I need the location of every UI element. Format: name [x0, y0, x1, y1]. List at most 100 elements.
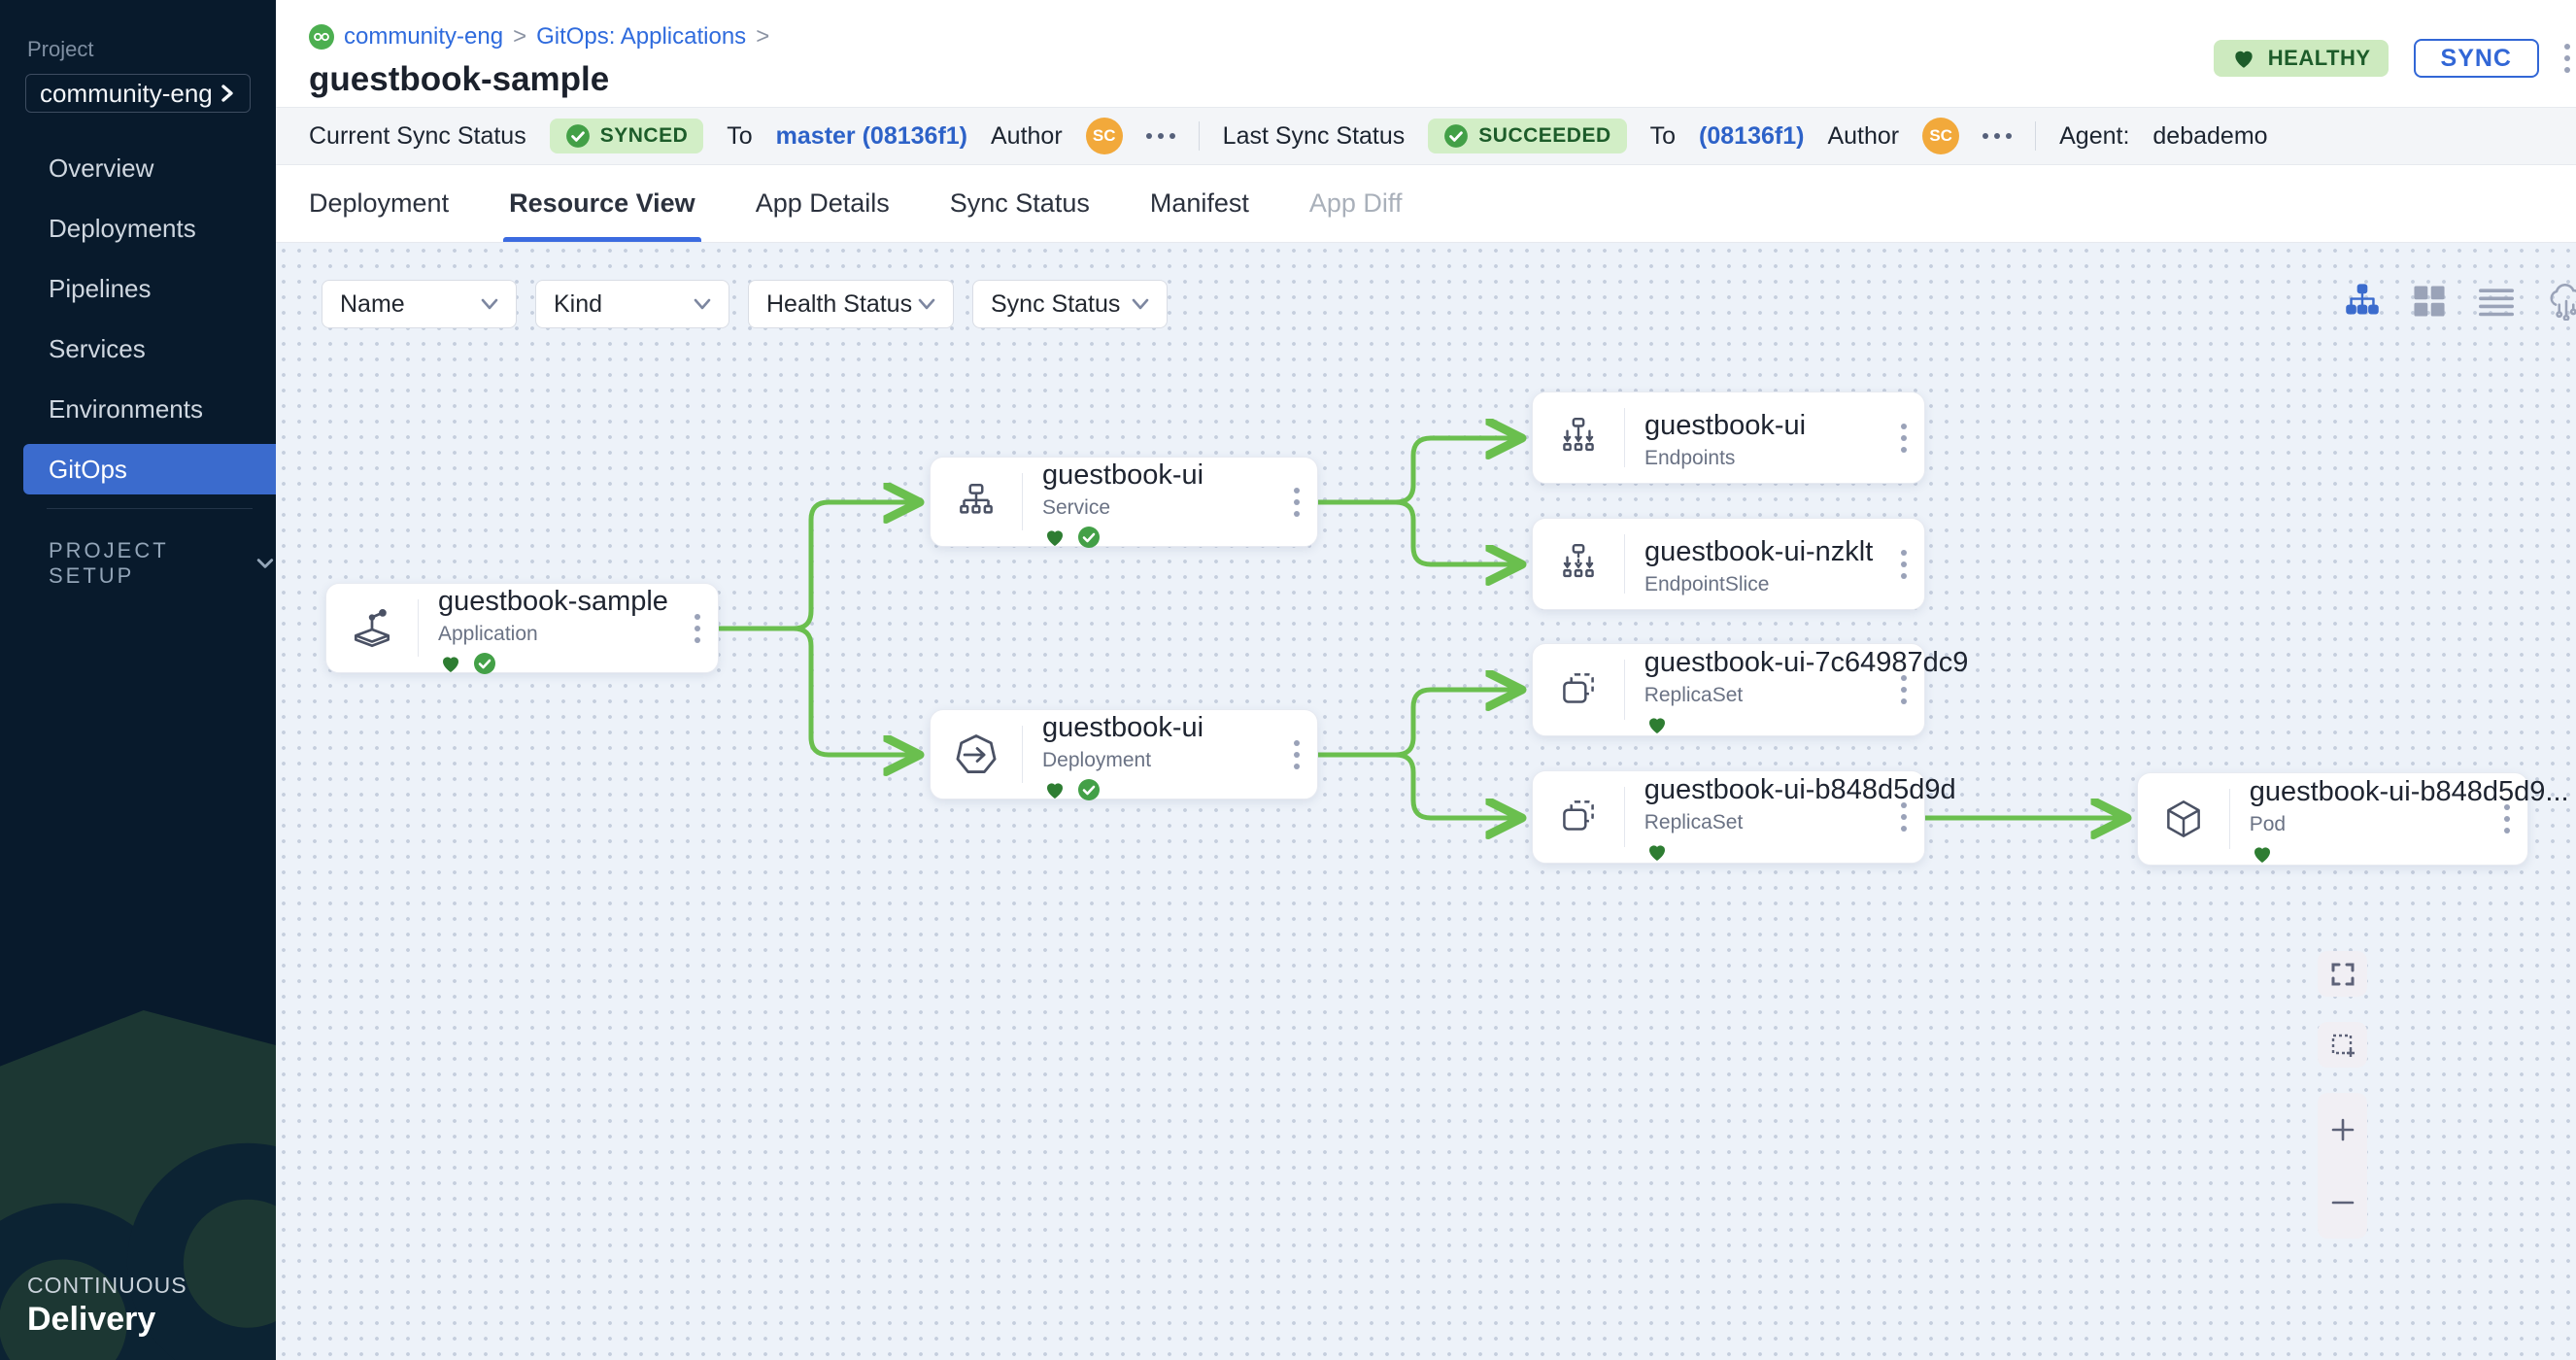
filter-health-status-dropdown[interactable]: Health Status — [748, 280, 954, 328]
author-avatar: SC — [1086, 118, 1123, 154]
commit-details-ellipsis[interactable] — [1983, 133, 2012, 139]
node-menu-kebab-icon[interactable] — [1901, 550, 1907, 579]
node-pod-guestbook-ui-b848d5d9[interactable]: guestbook-ui-b848d5d9... Pod — [2137, 772, 2528, 866]
node-title: guestbook-ui-b848d5d9d — [1644, 774, 1866, 806]
current-sync-status-badge: SYNCED — [550, 119, 704, 153]
node-service-guestbook-ui[interactable]: guestbook-ui Service — [930, 457, 1318, 547]
sidebar-item-environments[interactable]: Environments — [0, 379, 276, 439]
filter-kind-dropdown[interactable]: Kind — [535, 280, 729, 328]
project-setup-toggle[interactable]: PROJECT SETUP — [49, 538, 276, 589]
node-kind: Service — [1042, 496, 1203, 520]
sidebar: Project community-eng Overview Deploymen… — [0, 0, 276, 1360]
endpointslice-icon — [1533, 519, 1624, 609]
node-menu-kebab-icon[interactable] — [1901, 424, 1907, 453]
project-selector-value: community-eng — [40, 79, 213, 109]
current-commit-link[interactable]: master (08136f1) — [776, 122, 967, 151]
project-setup-label: PROJECT SETUP — [49, 538, 229, 589]
grid-view-icon[interactable] — [2411, 283, 2448, 320]
node-kind: Endpoints — [1644, 447, 1806, 470]
fullscreen-button[interactable] — [2318, 951, 2367, 997]
healthy-heart-icon — [1042, 778, 1068, 801]
application-icon — [326, 584, 418, 672]
chevron-down-icon — [692, 296, 713, 312]
plus-icon — [2329, 1116, 2356, 1143]
tab-deployment[interactable]: Deployment — [309, 165, 449, 242]
sync-status-bar: Current Sync Status SYNCED To master (08… — [276, 107, 2576, 165]
last-commit-link[interactable]: (08136f1) — [1699, 122, 1804, 151]
node-title: guestbook-ui — [1042, 712, 1203, 744]
cloud-view-icon[interactable] — [2545, 282, 2576, 321]
node-kind: Deployment — [1042, 749, 1203, 772]
chevron-down-icon — [916, 296, 937, 312]
app-menu-kebab-icon[interactable] — [2564, 44, 2570, 73]
zoom-out-button[interactable] — [2318, 1166, 2367, 1239]
node-replicaset-guestbook-ui-7c64987dc9[interactable]: guestbook-ui-7c64987dc9 ReplicaSet — [1532, 643, 1925, 736]
check-circle-icon — [1443, 123, 1469, 149]
zoom-controls — [2318, 1093, 2367, 1239]
main-area: community-eng > GitOps: Applications > g… — [276, 0, 2576, 1360]
page-header: community-eng > GitOps: Applications > g… — [276, 0, 2576, 107]
tab-manifest[interactable]: Manifest — [1150, 165, 1249, 242]
sidebar-item-services[interactable]: Services — [0, 319, 276, 379]
brand-logo: CONTINUOUS Delivery — [27, 1273, 187, 1339]
breadcrumb-separator: > — [756, 23, 769, 51]
tree-view-icon[interactable] — [2343, 284, 2382, 319]
list-view-icon[interactable] — [2477, 284, 2516, 319]
node-replicaset-guestbook-ui-b848d5d9d[interactable]: guestbook-ui-b848d5d9d ReplicaSet — [1532, 770, 1925, 864]
healthy-heart-icon — [1644, 840, 1670, 864]
author-label: Author — [1827, 122, 1899, 151]
brand-delivery: Delivery — [27, 1301, 187, 1339]
sidebar-item-overview[interactable]: Overview — [0, 138, 276, 198]
replicaset-icon — [1533, 771, 1624, 863]
to-label: To — [727, 122, 752, 151]
node-application-guestbook-sample[interactable]: guestbook-sample Application — [325, 583, 719, 673]
node-menu-kebab-icon[interactable] — [2504, 804, 2510, 833]
brand-continuous: CONTINUOUS — [27, 1273, 187, 1299]
node-title: guestbook-ui-nzklt — [1644, 536, 1866, 568]
pod-icon — [2138, 773, 2229, 865]
filter-sync-status-dropdown[interactable]: Sync Status — [972, 280, 1168, 328]
node-deployment-guestbook-ui[interactable]: guestbook-ui Deployment — [930, 709, 1318, 799]
synced-check-icon — [1077, 526, 1101, 549]
node-menu-kebab-icon[interactable] — [1294, 488, 1300, 517]
node-menu-kebab-icon[interactable] — [1294, 740, 1300, 769]
healthy-heart-icon — [1644, 713, 1670, 736]
author-label: Author — [991, 122, 1063, 151]
node-endpointslice-guestbook-ui-nzklt[interactable]: guestbook-ui-nzklt EndpointSlice — [1532, 518, 1925, 610]
node-title: guestbook-ui — [1644, 410, 1806, 442]
tab-app-diff: App Diff — [1309, 165, 1403, 242]
sync-button[interactable]: SYNC — [2414, 39, 2539, 78]
tab-app-details[interactable]: App Details — [756, 165, 890, 242]
selection-tool-button[interactable] — [2318, 1022, 2367, 1068]
check-circle-icon — [565, 123, 591, 149]
node-kind: Pod — [2250, 813, 2469, 836]
sidebar-item-gitops[interactable]: GitOps — [23, 444, 276, 494]
chevron-right-icon — [219, 81, 236, 106]
project-selector[interactable]: community-eng — [25, 74, 251, 113]
last-sync-status-label: Last Sync Status — [1223, 122, 1406, 151]
tab-sync-status[interactable]: Sync Status — [950, 165, 1090, 242]
breadcrumb-project-link[interactable]: community-eng — [344, 23, 503, 51]
service-icon — [931, 458, 1022, 546]
breadcrumb-applications-link[interactable]: GitOps: Applications — [536, 23, 746, 51]
healthy-heart-icon — [438, 652, 463, 675]
last-sync-status-badge: SUCCEEDED — [1428, 119, 1626, 153]
replicaset-icon — [1533, 644, 1624, 735]
sidebar-item-pipelines[interactable]: Pipelines — [0, 258, 276, 319]
node-kind: ReplicaSet — [1644, 684, 1866, 707]
node-menu-kebab-icon[interactable] — [695, 614, 700, 643]
sidebar-item-deployments[interactable]: Deployments — [0, 198, 276, 258]
node-endpoints-guestbook-ui[interactable]: guestbook-ui Endpoints — [1532, 391, 1925, 484]
resource-graph-canvas[interactable]: Name Kind Health Status Sync Status — [276, 243, 2576, 1360]
filter-name-dropdown[interactable]: Name — [322, 280, 517, 328]
zoom-in-button[interactable] — [2318, 1093, 2367, 1166]
chevron-down-icon — [1130, 296, 1151, 312]
tab-resource-view[interactable]: Resource View — [509, 165, 695, 242]
commit-details-ellipsis[interactable] — [1146, 133, 1175, 139]
heart-icon — [2231, 46, 2256, 71]
project-label: Project — [27, 37, 276, 62]
node-title: guestbook-ui — [1042, 459, 1203, 492]
node-menu-kebab-icon[interactable] — [1901, 802, 1907, 832]
node-menu-kebab-icon[interactable] — [1901, 675, 1907, 704]
status-divider — [2035, 121, 2036, 151]
